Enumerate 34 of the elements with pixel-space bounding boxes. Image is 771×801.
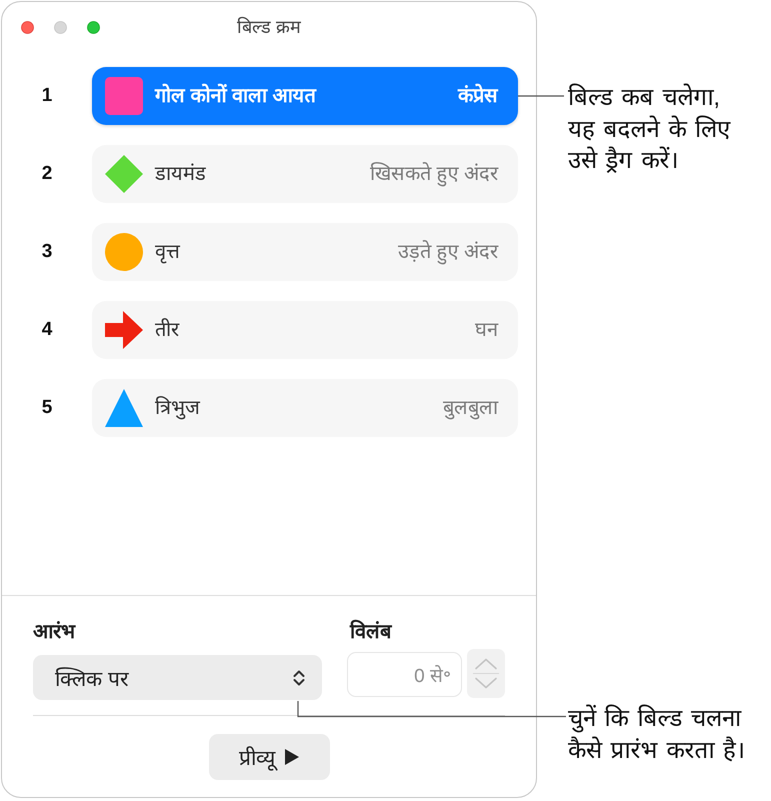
start-popup[interactable]: क्लिक पर — [33, 655, 322, 700]
row-number: 4 — [42, 319, 52, 341]
close-button[interactable] — [21, 20, 34, 34]
effect-name: खिसकते हुए अंदर — [370, 161, 498, 187]
object-name: वृत्त — [155, 240, 180, 265]
row-number: 2 — [42, 163, 52, 185]
object-name: डायमंड — [155, 162, 206, 187]
play-icon — [285, 749, 299, 765]
object-name: गोल कोनों वाला आयत — [155, 83, 316, 109]
row-number: 1 — [42, 85, 52, 107]
row-number: 5 — [42, 397, 52, 419]
callout-text: बिल्ड कब चलेगा, यह बदलने के लिए उसे ड्रैग करें। — [568, 82, 730, 176]
up-chevron-icon — [474, 658, 498, 670]
build-list-item[interactable]: त्रिभुज बुलबुला — [92, 379, 518, 437]
build-list-item[interactable]: तीर घन — [92, 301, 518, 359]
delay-label: विलंब — [350, 621, 391, 643]
effect-name: उड़ते हुए अंदर — [398, 239, 498, 265]
zoom-button[interactable] — [87, 20, 100, 34]
down-chevron-icon — [474, 677, 498, 689]
callout-text: चुनें कि बिल्ड चलना कैसे प्रारंभ करता है। — [568, 704, 746, 766]
object-name: तीर — [155, 317, 179, 343]
effect-name: घन — [475, 318, 498, 343]
effect-name: कंप्रेस — [458, 83, 498, 109]
effect-name: बुलबुला — [443, 396, 498, 421]
row-number: 3 — [42, 241, 52, 263]
leader-line — [518, 95, 564, 97]
start-label: आरंभ — [33, 621, 75, 643]
up-down-chevron-icon — [293, 668, 305, 686]
build-list-item[interactable]: गोल कोनों वाला आयत कंप्रेस — [92, 67, 518, 125]
preview-button[interactable]: प्रीव्यू — [208, 734, 330, 780]
window-title: बिल्ड क्रम — [236, 16, 301, 38]
object-name: त्रिभुज — [155, 395, 200, 421]
build-list-item[interactable]: डायमंड खिसकते हुए अंदर — [92, 145, 518, 203]
build-list-item[interactable]: वृत्त उड़ते हुए अंदर — [92, 223, 518, 281]
